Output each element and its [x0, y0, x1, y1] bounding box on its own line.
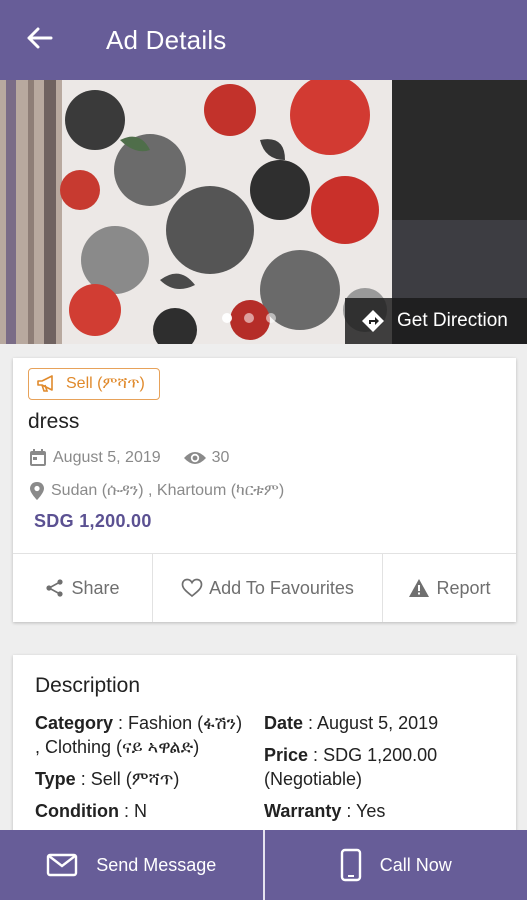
ad-summary-card: Sell (ምሻጥ) dress August 5, 2019 30 Sudan… [13, 358, 516, 622]
ad-type-label: Sell (ምሻጥ) [66, 375, 145, 392]
warranty-field: Warranty : Yes [264, 801, 386, 821]
ad-type-badge: Sell (ምሻጥ) [28, 368, 160, 400]
pager-dot[interactable] [244, 313, 254, 323]
arrow-left-icon [27, 27, 53, 54]
pager-dot[interactable] [266, 313, 276, 323]
eye-icon [183, 450, 207, 466]
type-value: Sell (ምሻጥ) [90, 769, 180, 789]
send-message-label: Send Message [96, 854, 217, 875]
ad-location-row: Sudan (ሱዳን) , Khartoum (ካርቱም) [28, 481, 284, 501]
condition-label: Condition [35, 801, 119, 821]
condition-field: Condition : N [35, 801, 147, 821]
price-field: Price : SDG 1,200.00 (Negotiable) [264, 745, 438, 789]
heart-icon [181, 578, 203, 598]
ad-price: SDG 1,200.00 [34, 511, 152, 531]
ad-location: Sudan (ሱዳን) , Khartoum (ካርቱም) [51, 482, 285, 499]
megaphone-icon [36, 375, 58, 393]
calendar-icon [28, 448, 48, 468]
type-field: Type : Sell (ምሻጥ) [35, 769, 180, 789]
warning-icon [408, 578, 430, 598]
type-label: Type [35, 769, 76, 789]
get-direction-button[interactable]: Get Direction [345, 298, 527, 344]
ad-title: dress [28, 410, 80, 433]
carousel-pager [222, 313, 276, 323]
description-heading: Description [35, 674, 141, 697]
warranty-value: Yes [356, 801, 386, 821]
view-count: 30 [211, 449, 230, 466]
back-button[interactable] [0, 0, 80, 80]
ad-actions: Share Add To Favourites Report [13, 553, 516, 622]
category-field: Category : Fashion (ፋሽን) , Clothing (ናይ … [35, 713, 243, 757]
date-field: Date : August 5, 2019 [264, 713, 439, 733]
warranty-label: Warranty [264, 801, 342, 821]
price-label: Price [264, 745, 309, 765]
ad-image-carousel[interactable]: Get Direction [0, 80, 527, 344]
app-bar: Ad Details [0, 0, 527, 80]
date-label: Date [264, 713, 304, 733]
date-value: August 5, 2019 [317, 713, 439, 733]
ad-meta-row: August 5, 2019 30 [28, 448, 229, 468]
favourites-label: Add To Favourites [209, 577, 354, 598]
share-icon [45, 578, 65, 598]
pager-dot[interactable] [222, 313, 232, 323]
phone-icon [340, 848, 362, 882]
share-button[interactable]: Share [13, 554, 153, 622]
get-direction-label: Get Direction [397, 310, 508, 331]
send-message-button[interactable]: Send Message [0, 830, 263, 900]
location-pin-icon [28, 481, 46, 501]
bottom-action-bar: Send Message Call Now [0, 830, 527, 900]
directions-icon [361, 309, 385, 333]
share-label: Share [71, 577, 120, 598]
page-title: Ad Details [106, 24, 227, 55]
category-label: Category [35, 713, 114, 733]
description-right-column: Date : August 5, 2019 Price : SDG 1,200.… [264, 711, 504, 831]
ad-date: August 5, 2019 [53, 449, 161, 466]
call-now-button[interactable]: Call Now [265, 830, 527, 900]
call-now-label: Call Now [379, 854, 452, 875]
description-left-column: Category : Fashion (ፋሽን) , Clothing (ናይ … [35, 711, 245, 831]
mail-icon [46, 853, 78, 877]
condition-value: N [134, 801, 147, 821]
add-to-favourites-button[interactable]: Add To Favourites [153, 554, 383, 622]
description-card: Description Category : Fashion (ፋሽን) , C… [13, 655, 516, 855]
report-label: Report [436, 577, 491, 598]
report-button[interactable]: Report [383, 554, 516, 622]
